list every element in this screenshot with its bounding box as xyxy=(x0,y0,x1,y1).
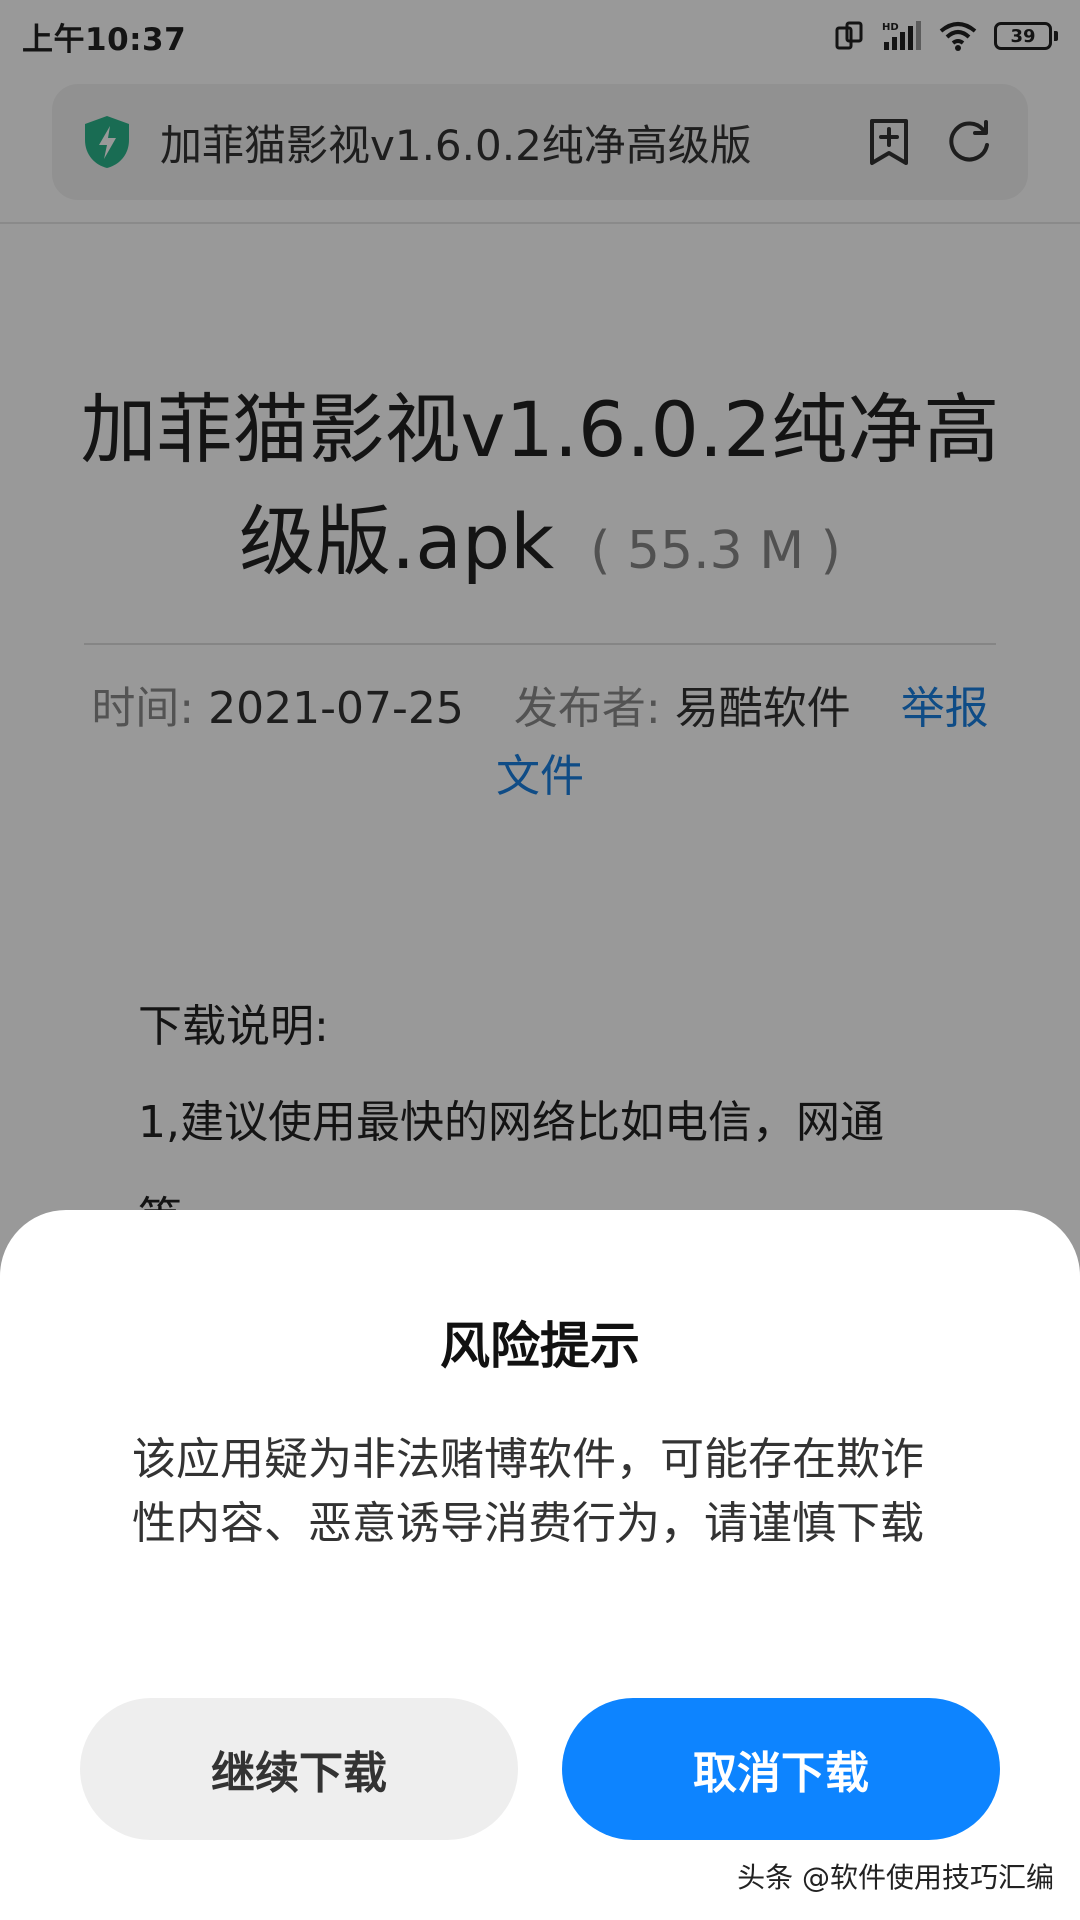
watermark: 头条 @软件使用技巧汇编 xyxy=(737,1861,1054,1894)
cancel-download-button[interactable]: 取消下载 xyxy=(562,1698,1000,1840)
dialog-message: 该应用疑为非法赌博软件，可能存在欺诈性内容、恶意诱导消费行为，请谨慎下载 xyxy=(132,1434,924,1549)
risk-warning-dialog: 风险提示 该应用疑为非法赌博软件，可能存在欺诈性内容、恶意诱导消费行为，请谨慎下… xyxy=(0,1210,1080,1920)
continue-download-button[interactable]: 继续下载 xyxy=(80,1698,518,1840)
dialog-title: 风险提示 xyxy=(440,1317,640,1375)
screen: 上午10:37 HD 39 加菲猫影视v1.6.0.2纯净高级版 加菲猫影视v1… xyxy=(0,0,1080,1920)
